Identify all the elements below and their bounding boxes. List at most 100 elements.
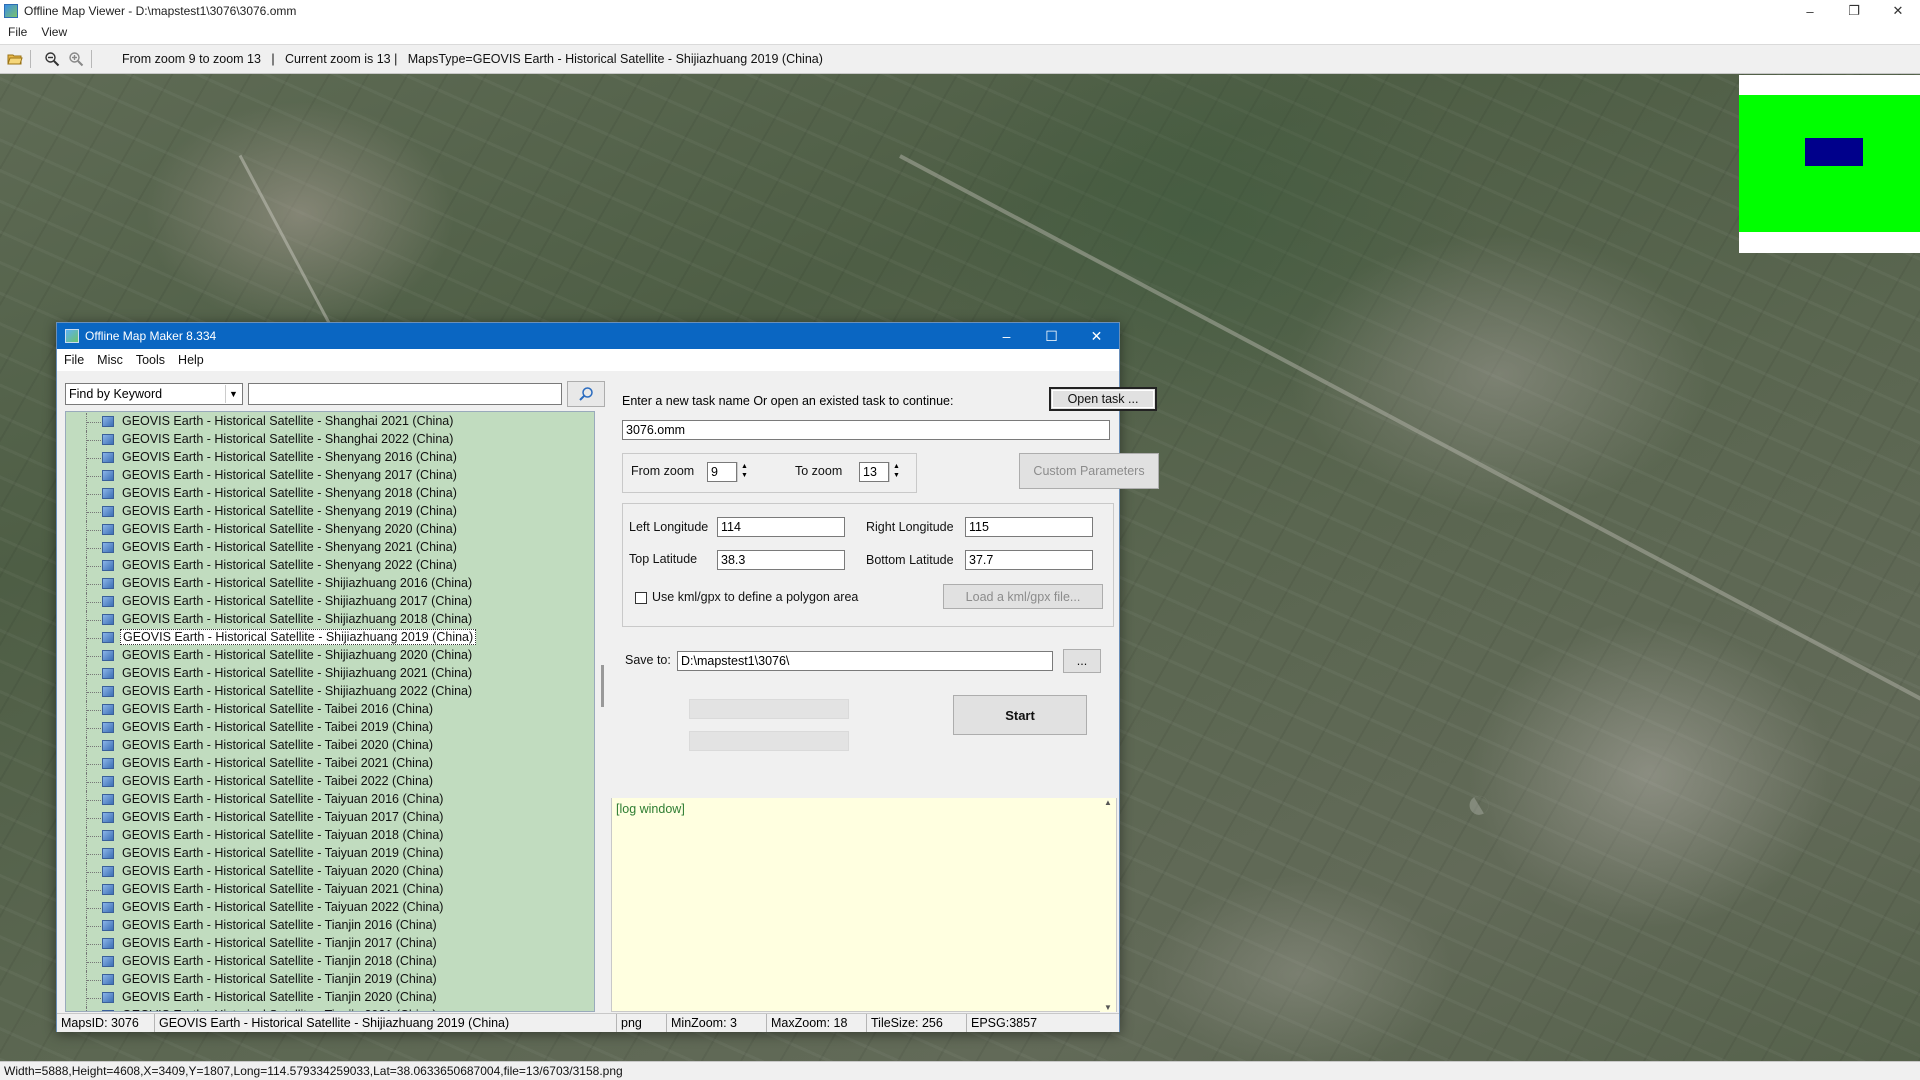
chevron-down-icon[interactable]: ▼	[225, 385, 241, 403]
search-input[interactable]	[248, 383, 562, 405]
status-maps-name: GEOVIS Earth - Historical Satellite - Sh…	[155, 1014, 617, 1032]
custom-parameters-button[interactable]: Custom Parameters	[1019, 453, 1159, 489]
dialog-close-button[interactable]: ✕	[1074, 323, 1119, 349]
tree-item[interactable]: GEOVIS Earth - Historical Satellite - Sh…	[66, 575, 594, 593]
log-scrollbar[interactable]: ▲ ▼	[1100, 798, 1116, 1012]
dialog-statusbar: MapsID: 3076 GEOVIS Earth - Historical S…	[57, 1013, 1119, 1032]
tree-item[interactable]: GEOVIS Earth - Historical Satellite - Sh…	[66, 539, 594, 557]
tree-item[interactable]: GEOVIS Earth - Historical Satellite - Sh…	[66, 467, 594, 485]
folder-open-icon[interactable]	[6, 50, 24, 68]
map-watermark: ◐	[1454, 775, 1502, 832]
tree-item[interactable]: GEOVIS Earth - Historical Satellite - Ta…	[66, 773, 594, 791]
zoom-out-icon[interactable]	[43, 50, 61, 68]
tree-item[interactable]: GEOVIS Earth - Historical Satellite - Ta…	[66, 719, 594, 737]
main-toolbar: From zoom 9 to zoom 13 | Current zoom is…	[0, 44, 1920, 74]
tree-item-label: GEOVIS Earth - Historical Satellite - Ti…	[122, 972, 437, 986]
tree-item[interactable]: GEOVIS Earth - Historical Satellite - Sh…	[66, 683, 594, 701]
log-window[interactable]: [log window] ▲ ▼	[611, 798, 1117, 1012]
tree-item[interactable]: GEOVIS Earth - Historical Satellite - Sh…	[66, 413, 594, 431]
top-latitude-input[interactable]: 38.3	[717, 550, 845, 570]
tree-item[interactable]: GEOVIS Earth - Historical Satellite - Sh…	[66, 485, 594, 503]
tree-item[interactable]: GEOVIS Earth - Historical Satellite - Ti…	[66, 971, 594, 989]
find-mode-select[interactable]: Find by Keyword ▼	[65, 383, 243, 405]
overview-minimap[interactable]	[1739, 75, 1920, 253]
restore-button[interactable]: ❐	[1832, 0, 1876, 22]
zoom-in-icon[interactable]	[67, 50, 85, 68]
dialog-maximize-button[interactable]: ☐	[1029, 323, 1074, 349]
scroll-up-icon[interactable]: ▲	[1100, 798, 1116, 807]
tree-item[interactable]: GEOVIS Earth - Historical Satellite - Ta…	[66, 845, 594, 863]
tree-item-label: GEOVIS Earth - Historical Satellite - Ti…	[122, 918, 437, 932]
tree-item-label: GEOVIS Earth - Historical Satellite - Sh…	[122, 468, 457, 482]
tree-item[interactable]: GEOVIS Earth - Historical Satellite - Sh…	[66, 521, 594, 539]
map-layer-icon	[102, 740, 114, 751]
load-kml-button[interactable]: Load a kml/gpx file...	[943, 584, 1103, 609]
tree-item[interactable]: GEOVIS Earth - Historical Satellite - Sh…	[66, 557, 594, 575]
tree-item[interactable]: GEOVIS Earth - Historical Satellite - Sh…	[66, 647, 594, 665]
bottom-latitude-input[interactable]: 37.7	[965, 550, 1093, 570]
map-layer-icon	[102, 452, 114, 463]
tree-item[interactable]: GEOVIS Earth - Historical Satellite - Ta…	[66, 881, 594, 899]
tree-item[interactable]: GEOVIS Earth - Historical Satellite - Ta…	[66, 899, 594, 917]
tree-item[interactable]: GEOVIS Earth - Historical Satellite - Ta…	[66, 755, 594, 773]
dialog-minimize-button[interactable]: –	[984, 323, 1029, 349]
map-layer-icon	[102, 974, 114, 985]
dialog-menu-file[interactable]: File	[64, 353, 84, 367]
map-type-tree[interactable]: GEOVIS Earth - Historical Satellite - Sh…	[65, 411, 595, 1012]
to-zoom-input[interactable]: 13	[859, 462, 889, 482]
tree-item[interactable]: GEOVIS Earth - Historical Satellite - Sh…	[66, 449, 594, 467]
tree-item[interactable]: GEOVIS Earth - Historical Satellite - Sh…	[66, 629, 594, 647]
tree-item-label: GEOVIS Earth - Historical Satellite - Sh…	[122, 648, 473, 662]
tree-item[interactable]: GEOVIS Earth - Historical Satellite - Ta…	[66, 791, 594, 809]
dialog-menu-tools[interactable]: Tools	[136, 353, 165, 367]
menu-file[interactable]: File	[8, 25, 27, 39]
splitter-handle[interactable]	[601, 665, 604, 707]
tree-item[interactable]: GEOVIS Earth - Historical Satellite - Ta…	[66, 737, 594, 755]
tree-item[interactable]: GEOVIS Earth - Historical Satellite - Ti…	[66, 917, 594, 935]
save-to-input[interactable]: D:\mapstest1\3076\	[677, 651, 1053, 671]
dialog-title: Offline Map Maker 8.334	[85, 329, 217, 343]
tree-item[interactable]: GEOVIS Earth - Historical Satellite - Sh…	[66, 665, 594, 683]
tree-item[interactable]: GEOVIS Earth - Historical Satellite - Sh…	[66, 431, 594, 449]
tree-item[interactable]: GEOVIS Earth - Historical Satellite - Sh…	[66, 593, 594, 611]
menu-view[interactable]: View	[41, 25, 67, 39]
search-button[interactable]	[567, 381, 605, 407]
tree-item[interactable]: GEOVIS Earth - Historical Satellite - Ta…	[66, 809, 594, 827]
to-zoom-spinner[interactable]: ▲ ▼	[889, 462, 903, 482]
status-format: png	[617, 1014, 667, 1032]
tree-item[interactable]: GEOVIS Earth - Historical Satellite - Ta…	[66, 701, 594, 719]
tree-item-label: GEOVIS Earth - Historical Satellite - Ta…	[122, 774, 434, 788]
from-zoom-spinner[interactable]: ▲ ▼	[737, 462, 751, 482]
tree-item-label: GEOVIS Earth - Historical Satellite - Sh…	[122, 576, 473, 590]
tree-item[interactable]: GEOVIS Earth - Historical Satellite - Ta…	[66, 827, 594, 845]
tree-item[interactable]: GEOVIS Earth - Historical Satellite - Sh…	[66, 503, 594, 521]
left-longitude-input[interactable]: 114	[717, 517, 845, 537]
dialog-menu-misc[interactable]: Misc	[97, 353, 123, 367]
tree-item[interactable]: GEOVIS Earth - Historical Satellite - Ti…	[66, 953, 594, 971]
tree-item-label: GEOVIS Earth - Historical Satellite - Ta…	[122, 738, 434, 752]
minimize-button[interactable]: –	[1788, 0, 1832, 22]
tree-item[interactable]: GEOVIS Earth - Historical Satellite - Ta…	[66, 863, 594, 881]
from-zoom-input[interactable]: 9	[707, 462, 737, 482]
task-name-input[interactable]: 3076.omm	[622, 420, 1110, 440]
tree-item[interactable]: GEOVIS Earth - Historical Satellite - Ti…	[66, 989, 594, 1007]
tree-item-label: GEOVIS Earth - Historical Satellite - Sh…	[122, 522, 457, 536]
main-menubar: File View	[0, 22, 1920, 42]
tree-item[interactable]: GEOVIS Earth - Historical Satellite - Ti…	[66, 1007, 594, 1011]
open-task-button[interactable]: Open task ...	[1049, 387, 1157, 411]
tree-item-label: GEOVIS Earth - Historical Satellite - Sh…	[122, 612, 473, 626]
tree-item[interactable]: GEOVIS Earth - Historical Satellite - Ti…	[66, 935, 594, 953]
scroll-down-icon[interactable]: ▼	[1100, 1003, 1116, 1012]
start-button[interactable]: Start	[953, 695, 1087, 735]
browse-button[interactable]: ...	[1063, 649, 1101, 673]
use-kml-checkbox[interactable]	[635, 592, 647, 604]
overview-viewport-rect[interactable]	[1805, 138, 1863, 166]
tree-item-label: GEOVIS Earth - Historical Satellite - Ta…	[122, 828, 444, 842]
close-button[interactable]: ✕	[1876, 0, 1920, 22]
dialog-menu-help[interactable]: Help	[178, 353, 204, 367]
zoom-group: From zoom 9 ▲ ▼ To zoom 13 ▲ ▼	[622, 453, 917, 493]
right-longitude-input[interactable]: 115	[965, 517, 1093, 537]
bottom-latitude-label: Bottom Latitude	[866, 553, 954, 567]
dialog-titlebar[interactable]: Offline Map Maker 8.334 – ☐ ✕	[57, 323, 1119, 349]
tree-item[interactable]: GEOVIS Earth - Historical Satellite - Sh…	[66, 611, 594, 629]
